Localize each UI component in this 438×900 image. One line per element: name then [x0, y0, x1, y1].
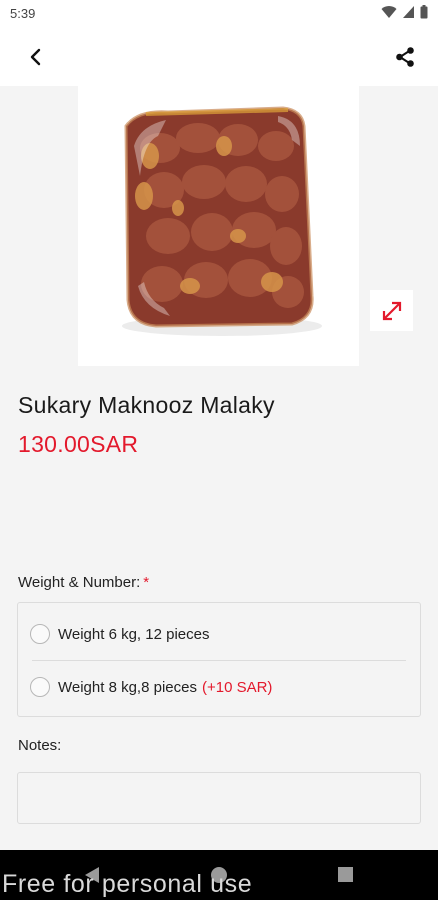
- product-price: 130.00SAR: [18, 431, 139, 457]
- expand-diagonal-icon: [382, 301, 401, 320]
- share-button[interactable]: [390, 42, 420, 72]
- watermark-text: Free for personal use: [2, 870, 253, 898]
- nav-recent-icon[interactable]: [338, 867, 353, 882]
- product-image[interactable]: [78, 86, 359, 366]
- back-arrow-icon: [30, 48, 41, 66]
- dates-package-image: [122, 106, 322, 336]
- expand-image-button[interactable]: [370, 290, 413, 331]
- status-icons: [381, 5, 428, 19]
- option-divider: [32, 660, 406, 661]
- radio-button[interactable]: [30, 624, 50, 644]
- required-asterisk: *: [143, 574, 150, 591]
- weight-number-label-text: Weight & Number:: [18, 574, 141, 591]
- notes-field[interactable]: [17, 772, 421, 824]
- app-bar: [0, 28, 438, 86]
- weight-number-label: Weight & Number: *: [18, 574, 149, 591]
- option-label: Weight 8 kg,8 pieces: [58, 678, 197, 696]
- weight-option-8kg[interactable]: Weight 8 kg,8 pieces (+10 SAR): [30, 667, 408, 707]
- weight-options-group: Weight 6 kg, 12 pieces Weight 8 kg,8 pie…: [17, 602, 421, 717]
- share-icon: [396, 47, 414, 67]
- status-bar: 5:39: [0, 0, 438, 28]
- option-label: Weight 6 kg, 12 pieces: [58, 625, 210, 643]
- weight-option-6kg[interactable]: Weight 6 kg, 12 pieces: [30, 614, 408, 654]
- status-time: 5:39: [10, 6, 36, 21]
- wifi-icon: [381, 6, 397, 19]
- product-title: Sukary Maknooz Malaky: [18, 392, 275, 418]
- battery-icon: [420, 5, 428, 19]
- back-button[interactable]: [20, 42, 50, 72]
- option-extra-price: (+10 SAR): [201, 678, 273, 696]
- radio-button[interactable]: [30, 677, 50, 697]
- notes-label: Notes:: [18, 737, 62, 754]
- signal-icon: [403, 6, 414, 18]
